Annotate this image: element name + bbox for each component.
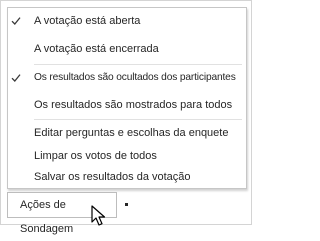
menu-item-label: Editar perguntas e escolhas da enquete xyxy=(34,127,229,139)
menu-item-label: Limpar os votos de todos xyxy=(34,150,157,162)
caret-down-icon[interactable] xyxy=(125,203,128,206)
poll-actions-menu: A votação está aberta A votação está enc… xyxy=(7,7,247,189)
menu-separator xyxy=(34,64,242,65)
menu-item-poll-open[interactable]: A votação está aberta xyxy=(8,10,246,32)
menu-item-poll-closed[interactable]: A votação está encerrada xyxy=(8,38,246,60)
menu-item-label: A votação está aberta xyxy=(34,15,141,27)
checkmark-icon xyxy=(11,74,21,82)
menu-separator xyxy=(34,119,242,120)
checkmark-icon xyxy=(11,17,21,25)
menu-item-label: Os resultados são mostrados para todos xyxy=(34,99,233,111)
menu-item-results-shown[interactable]: Os resultados são mostrados para todos xyxy=(8,94,246,116)
menu-item-label: Os resultados são ocultados dos particip… xyxy=(34,72,236,83)
menu-item-edit-questions[interactable]: Editar perguntas e escolhas da enquete xyxy=(8,122,246,144)
menu-item-results-hidden[interactable]: Os resultados são ocultados dos particip… xyxy=(8,67,246,89)
mouse-pointer-icon xyxy=(91,205,106,226)
window-frame: A votação está aberta A votação está enc… xyxy=(0,0,252,235)
menu-item-label: Salvar os resultados da votação xyxy=(34,171,191,183)
menu-item-clear-votes[interactable]: Limpar os votos de todos xyxy=(8,145,246,167)
menu-item-label: A votação está encerrada xyxy=(34,43,159,55)
menu-item-save-results[interactable]: Salvar os resultados da votação xyxy=(8,166,246,188)
